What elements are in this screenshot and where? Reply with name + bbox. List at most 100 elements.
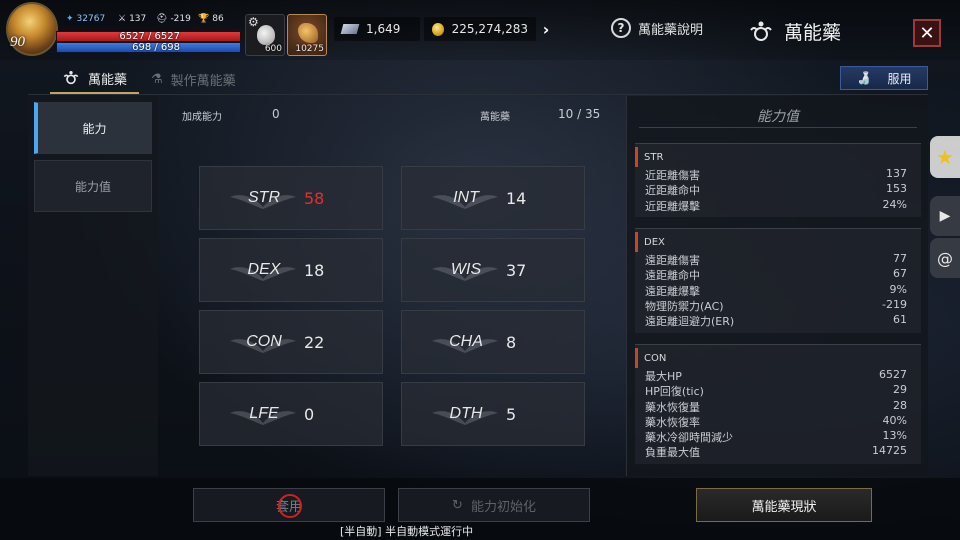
defense-stat: ⛑ -219 (156, 14, 191, 24)
stat-card-wis[interactable]: WIS 37 (401, 238, 585, 302)
ability-group-header: STR (635, 147, 921, 167)
nav-item-ability[interactable]: 能力 (34, 102, 152, 154)
ability-row: 遠距離命中 67 (635, 267, 921, 282)
quick-item-slot-2[interactable]: 10275 (287, 14, 327, 56)
side-tab-spiral[interactable]: @ (930, 238, 960, 278)
stat-card-dth[interactable]: DTH 5 (401, 382, 585, 446)
stat-value: 8 (506, 332, 517, 352)
trophy-icon: 🏆 (198, 14, 210, 24)
currency-arrow-button[interactable]: › (536, 17, 556, 41)
elixir-emblem-icon (750, 21, 772, 41)
elixir-help-label: 萬能藥說明 (638, 22, 704, 38)
ability-row-value: 6527 (879, 368, 907, 381)
ability-row-label: 藥水恢復量 (645, 400, 700, 414)
stat-card-str[interactable]: STR 58 (199, 166, 383, 230)
ability-row: HP回復(tic) 29 (635, 383, 921, 398)
ability-row-label: 藥水冷卻時間減少 (645, 431, 733, 445)
ability-row-value: 28 (893, 398, 907, 412)
stat-value: 22 (304, 332, 325, 352)
ability-group-header: CON (635, 348, 921, 368)
ability-row: 物理防禦力(AC) -219 (635, 298, 921, 313)
side-tab-favorites[interactable]: ★ (930, 136, 960, 178)
ability-row: 近距離爆擊 24% (635, 198, 921, 213)
ability-row-value: 13% (882, 429, 907, 443)
ability-group-header: DEX (635, 232, 921, 252)
ability-group-con: CON 最大HP 6527 HP回復(tic) 29 藥水恢復量 28 藥水恢復率 40% 藥水冷… (635, 344, 921, 464)
ability-row-label: 遠距離爆擊 (645, 284, 700, 298)
ability-row: 遠距離爆擊 9% (635, 283, 921, 298)
gear-icon: ⚙ (248, 15, 259, 29)
ability-row-value: 29 (893, 383, 907, 397)
ability-row-label: HP回復(tic) (645, 385, 704, 399)
ability-row-label: 近距離命中 (645, 184, 700, 198)
quick-item-slot-1[interactable]: ⚙ 600 (245, 14, 285, 56)
bonus-label: 加成能力 (182, 112, 222, 123)
tab-elixir[interactable]: 萬能藥 (50, 64, 140, 94)
stat-card-int[interactable]: INT 14 (401, 166, 585, 230)
ability-row-value: 9% (889, 282, 907, 296)
gem-icon (340, 24, 360, 34)
horn-item-icon (298, 23, 318, 43)
use-button[interactable]: 🍶 服用 (840, 66, 928, 90)
ability-row-value: -219 (882, 297, 907, 311)
ability-group-str: STR 近距離傷害 137 近距離命中 153 近距離爆擊 24% (635, 143, 921, 217)
stat-card-dex[interactable]: DEX 18 (199, 238, 383, 302)
coin-icon (432, 22, 444, 36)
ability-row-value: 40% (882, 413, 907, 427)
nav-item-ability-values[interactable]: 能力值 (34, 160, 152, 212)
ability-row: 近距離傷害 137 (635, 167, 921, 182)
stat-card-cha[interactable]: CHA 8 (401, 310, 585, 374)
craft-icon: ⚗ (151, 71, 163, 87)
mp-bar: 698 / 698 (56, 42, 241, 53)
stat-value: 5 (506, 404, 517, 424)
gem-currency: 1,649 (334, 17, 420, 41)
star-icon: ★ (936, 145, 954, 169)
trophy-stat: 🏆 86 (198, 14, 224, 24)
ability-row: 藥水恢復率 40% (635, 414, 921, 429)
stat-value: 58 (304, 188, 325, 208)
ability-row: 遠距離傷害 77 (635, 252, 921, 267)
ability-row-label: 負重最大值 (645, 446, 700, 460)
tab-bar: 萬能藥 ⚗ 製作萬能藥 (50, 64, 248, 94)
character-level: 90 (10, 34, 25, 50)
elixir-status-button[interactable]: 萬能藥現狀 (696, 488, 872, 522)
stat-card-con[interactable]: CON 22 (199, 310, 383, 374)
ability-row-value: 24% (882, 197, 907, 211)
auto-mode-status: [半自動] 半自動模式運行中 (340, 525, 474, 538)
play-icon: ▶ (939, 208, 951, 224)
ability-row-value: 137 (886, 167, 907, 180)
ability-row-value: 14725 (872, 444, 907, 458)
side-tab-play[interactable]: ▶ (930, 196, 960, 236)
ability-row-label: 遠距離命中 (645, 269, 700, 283)
reset-ability-button[interactable]: ↻ 能力初始化 (398, 488, 590, 522)
hp-text: 6527 / 6527 (119, 31, 180, 42)
ability-row-value: 61 (893, 313, 907, 327)
ability-values-panel: 能力值 STR 近距離傷害 137 近距離命中 153 近距離爆擊 24% DEX 遠距離傷害 7… (626, 96, 928, 476)
elixir-emblem-icon (63, 71, 79, 85)
elixir-count-value: 10 / 35 (558, 107, 601, 121)
potion-bag-icon (257, 25, 275, 45)
apply-button[interactable]: 套用 (193, 488, 385, 522)
mp-text: 698 / 698 (132, 42, 180, 53)
close-button[interactable]: ✕ (913, 19, 941, 47)
elixir-help-button[interactable]: ? 萬能藥說明 (611, 18, 703, 38)
ability-row: 藥水恢復量 28 (635, 399, 921, 414)
ability-row-label: 物理防禦力(AC) (645, 299, 724, 313)
ability-row-value: 67 (893, 267, 907, 281)
ability-row-value: 77 (893, 252, 907, 265)
ability-row: 最大HP 6527 (635, 368, 921, 383)
ability-row: 藥水冷卻時間減少 13% (635, 429, 921, 444)
sword-icon: ⚔ (118, 14, 127, 24)
question-icon: ? (611, 18, 631, 38)
attack-stat: ⚔ 137 (118, 14, 147, 24)
stat-card-lfe[interactable]: LFE 0 (199, 382, 383, 446)
ability-row-label: 遠距離迴避力(ER) (645, 315, 735, 329)
elixir-count-label: 萬能藥 (480, 112, 510, 123)
tab-craft-elixir[interactable]: ⚗ 製作萬能藥 (139, 64, 248, 94)
power-icon: ✦ (66, 14, 74, 24)
ability-row-label: 近距離傷害 (645, 169, 700, 182)
spiral-icon: @ (937, 248, 953, 268)
ability-row: 遠距離迴避力(ER) 61 (635, 313, 921, 328)
helmet-icon: ⛑ (156, 14, 168, 24)
stat-value: 0 (304, 404, 315, 424)
